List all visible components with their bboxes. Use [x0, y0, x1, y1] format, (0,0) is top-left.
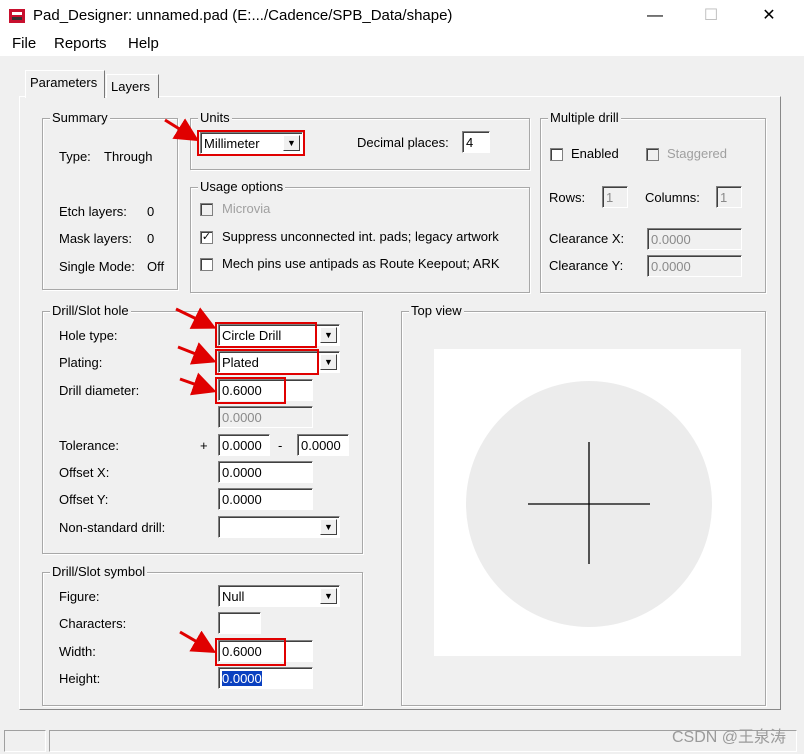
- width-input[interactable]: 0.6000: [218, 640, 313, 662]
- units-select[interactable]: Millimeter ▼: [200, 132, 303, 154]
- chevron-down-icon[interactable]: ▼: [320, 519, 337, 535]
- title-bar: Pad_Designer: unnamed.pad (E:.../Cadence…: [0, 0, 804, 32]
- figure-label: Figure:: [59, 589, 100, 604]
- chevron-down-icon[interactable]: ▼: [320, 588, 337, 604]
- clearance-y-input[interactable]: 0.0000: [647, 255, 742, 277]
- mech-pins-checkbox[interactable]: [200, 258, 213, 271]
- drill-diameter-label: Drill diameter:: [59, 383, 140, 398]
- summary-legend: Summary: [50, 110, 110, 125]
- rows-label: Rows:: [549, 190, 586, 205]
- hole-type-select[interactable]: Circle Drill ▼: [218, 324, 340, 346]
- clearance-x-label: Clearance X:: [549, 231, 625, 246]
- tolerance-plus-input[interactable]: 0.0000: [218, 434, 270, 456]
- top-view-canvas: [434, 349, 741, 656]
- drill-slot-hole-legend: Drill/Slot hole: [50, 303, 131, 318]
- close-button[interactable]: ✕: [746, 0, 792, 32]
- suppress-unconnected-checkbox[interactable]: ✓: [200, 231, 213, 244]
- clearance-x-input[interactable]: 0.0000: [647, 228, 742, 250]
- etch-layers-value: 0: [147, 204, 155, 219]
- figure-select[interactable]: Null ▼: [218, 585, 340, 607]
- menu-reports[interactable]: Reports: [54, 35, 107, 52]
- characters-label: Characters:: [59, 616, 127, 631]
- type-value: Through: [104, 149, 153, 164]
- single-mode-label: Single Mode:: [59, 259, 135, 274]
- mask-layers-value: 0: [147, 231, 155, 246]
- mech-pins-label: Mech pins use antipads as Route Keepout;…: [222, 256, 500, 271]
- width-label: Width:: [59, 644, 96, 659]
- staggered-checkbox[interactable]: [646, 148, 659, 161]
- offset-x-input[interactable]: 0.0000: [218, 461, 313, 483]
- window-title: Pad_Designer: unnamed.pad (E:.../Cadence…: [33, 7, 453, 24]
- top-view-legend: Top view: [409, 303, 464, 318]
- rows-input[interactable]: 1: [602, 186, 628, 208]
- maximize-button[interactable]: ☐: [688, 0, 734, 32]
- height-input[interactable]: 0.0000: [218, 667, 313, 689]
- non-standard-drill-select[interactable]: ▼: [218, 516, 340, 538]
- chevron-down-icon[interactable]: ▼: [320, 327, 337, 343]
- minimize-button[interactable]: —: [632, 0, 678, 32]
- hole-type-value: Circle Drill: [222, 328, 282, 343]
- mask-layers-label: Mask layers:: [59, 231, 132, 246]
- height-label: Height:: [59, 671, 101, 686]
- menu-bar: File Reports Help: [0, 32, 804, 56]
- figure-value: Null: [222, 589, 245, 604]
- plating-select[interactable]: Plated ▼: [218, 351, 340, 373]
- columns-label: Columns:: [645, 190, 700, 205]
- type-label: Type:: [59, 149, 91, 164]
- non-standard-drill-label: Non-standard drill:: [59, 520, 166, 535]
- units-select-value: Millimeter: [204, 136, 260, 151]
- chevron-down-icon[interactable]: ▼: [283, 135, 300, 151]
- drill-slot-symbol-legend: Drill/Slot symbol: [50, 564, 148, 579]
- tab-parameters[interactable]: Parameters: [25, 70, 105, 98]
- decimal-places-input[interactable]: 4: [462, 131, 490, 153]
- clearance-y-label: Clearance Y:: [549, 258, 624, 273]
- usage-options-legend: Usage options: [198, 179, 286, 194]
- app-icon: [9, 9, 25, 23]
- enabled-label: Enabled: [571, 146, 619, 161]
- drill-diameter-input[interactable]: 0.6000: [218, 379, 313, 401]
- hole-type-label: Hole type:: [59, 328, 118, 343]
- tab-layers[interactable]: Layers: [106, 74, 159, 98]
- plating-label: Plating:: [59, 355, 103, 370]
- plating-value: Plated: [222, 355, 259, 370]
- decimal-places-label: Decimal places:: [357, 135, 449, 150]
- etch-layers-label: Etch layers:: [59, 204, 127, 219]
- offset-y-label: Offset Y:: [59, 492, 109, 507]
- columns-input[interactable]: 1: [716, 186, 742, 208]
- status-pane-1: [4, 730, 46, 752]
- single-mode-value: Off: [147, 259, 165, 274]
- staggered-label: Staggered: [667, 146, 727, 161]
- microvia-checkbox[interactable]: [200, 203, 213, 216]
- drill-diameter-secondary-input[interactable]: 0.0000: [218, 406, 313, 428]
- height-value: 0.0000: [222, 671, 262, 686]
- menu-file[interactable]: File: [12, 35, 36, 52]
- chevron-down-icon[interactable]: ▼: [320, 354, 337, 370]
- tolerance-plus-sign: +: [200, 438, 208, 453]
- enabled-checkbox[interactable]: [550, 148, 563, 161]
- offset-y-input[interactable]: 0.0000: [218, 488, 313, 510]
- tolerance-label: Tolerance:: [59, 438, 119, 453]
- suppress-unconnected-label: Suppress unconnected int. pads; legacy a…: [222, 229, 499, 244]
- watermark: CSDN @王泉涛: [671, 729, 786, 746]
- units-legend: Units: [198, 110, 232, 125]
- menu-help[interactable]: Help: [128, 35, 159, 52]
- characters-input[interactable]: [218, 612, 261, 634]
- tolerance-minus-sign: -: [278, 438, 283, 453]
- multiple-drill-legend: Multiple drill: [548, 110, 621, 125]
- offset-x-label: Offset X:: [59, 465, 110, 480]
- microvia-label: Microvia: [222, 201, 271, 216]
- tolerance-minus-input[interactable]: 0.0000: [297, 434, 349, 456]
